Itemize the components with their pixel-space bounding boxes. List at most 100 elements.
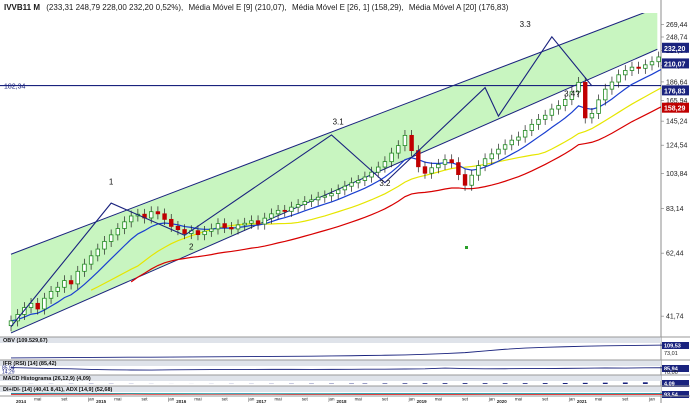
- candle-body: [609, 81, 615, 90]
- macd-bar: [602, 382, 608, 384]
- candle-body: [149, 211, 154, 219]
- header-symbol: IVVB11 M: [4, 3, 40, 12]
- month-label: set: [542, 397, 549, 402]
- chart-stage: IVVB11 M (233,31 248,79 228,00 232,20 0,…: [0, 0, 690, 403]
- year-label: 2021: [577, 399, 588, 403]
- panel-title-bar: [0, 360, 661, 366]
- wave-label-5: 3.3: [520, 20, 532, 29]
- candle-body: [649, 61, 655, 66]
- candle-body: [88, 255, 94, 265]
- month-label: jan: [327, 397, 335, 402]
- candle-body: [482, 158, 488, 167]
- candle-body: [342, 185, 348, 191]
- macd-bar: [442, 383, 448, 384]
- month-label: mai: [435, 397, 442, 402]
- price-tick-label: 103,84: [666, 171, 688, 178]
- panel-badge-label: 4,09: [664, 382, 675, 388]
- candle-body: [68, 280, 74, 285]
- macd-bar: [462, 383, 468, 384]
- candle-body: [422, 166, 428, 174]
- month-label: jan: [87, 397, 95, 402]
- candle-body: [596, 99, 601, 114]
- price-tick-label: 41,74: [666, 314, 684, 321]
- candle-body: [603, 88, 608, 101]
- panel-title-bar: [0, 337, 661, 343]
- panel-title: MACD Histograma (26,12,9) (4,09): [3, 376, 91, 382]
- candle-body: [389, 152, 394, 163]
- wave-label-6: 3.4?: [564, 90, 580, 99]
- price-tick-label: 124,54: [666, 143, 688, 150]
- candle-body: [356, 180, 361, 184]
- candle-body: [583, 81, 588, 119]
- price-tick-label: 248,74: [666, 35, 688, 42]
- macd-bar: [622, 382, 628, 384]
- wave-label-2: 2: [189, 242, 194, 251]
- month-label: set: [462, 397, 469, 402]
- candle-body: [315, 196, 321, 201]
- candle-body: [556, 105, 561, 110]
- candle-body: [322, 195, 328, 198]
- candle-body: [75, 270, 80, 285]
- candle-body: [108, 234, 114, 242]
- header-ma3: Média Móvel A [20] (176,83): [409, 3, 509, 12]
- candle-body: [229, 227, 234, 230]
- panel-title-bar: [0, 375, 661, 381]
- candle-body: [115, 228, 121, 236]
- candle-body: [195, 230, 201, 236]
- candle-body: [502, 144, 508, 150]
- candle-body: [48, 290, 54, 299]
- candle-body: [349, 182, 354, 187]
- year-label: 2014: [16, 399, 27, 403]
- candle-body: [62, 280, 67, 288]
- candle-body: [416, 150, 421, 168]
- header-ma1: Média Móvel E [9] (210,07),: [188, 3, 286, 12]
- candle-body: [295, 204, 301, 208]
- candle-body: [55, 286, 60, 292]
- year-label: 2020: [497, 399, 508, 403]
- wave-label-4: 3.2: [379, 179, 391, 188]
- candle-body: [449, 159, 454, 164]
- candle-body: [255, 220, 261, 225]
- month-label: mai: [194, 397, 201, 402]
- candle-body: [222, 223, 227, 228]
- candle-body: [302, 201, 307, 205]
- month-label: set: [142, 397, 149, 402]
- candle-body: [529, 123, 535, 131]
- month-label: jan: [408, 397, 416, 402]
- candle-body: [542, 114, 548, 120]
- candle-body: [369, 171, 374, 178]
- month-label: set: [222, 397, 229, 402]
- price-badge-label: 210,07: [664, 61, 686, 68]
- panel-badge-label: 109,53: [664, 344, 681, 350]
- macd-bar: [522, 383, 528, 384]
- wave-label-3: 3.1: [333, 118, 345, 127]
- candle-body: [122, 221, 127, 229]
- candle-body: [396, 145, 401, 154]
- year-label: 2017: [256, 399, 267, 403]
- month-label: jan: [648, 397, 656, 402]
- candle-body: [215, 223, 221, 230]
- month-label: set: [302, 397, 309, 402]
- macd-bar: [562, 383, 568, 384]
- macd-bar: [422, 383, 428, 384]
- candle-body: [456, 162, 461, 175]
- candle-body: [309, 199, 314, 202]
- price-badge-label: 232,20: [664, 46, 686, 53]
- month-label: mai: [355, 397, 362, 402]
- candle-body: [656, 56, 661, 63]
- candle-body: [436, 163, 441, 169]
- candle-body: [35, 302, 40, 310]
- candle-body: [329, 193, 334, 197]
- price-badge-label: 158,29: [664, 106, 686, 113]
- candle-body: [182, 229, 187, 234]
- horizontal-line-label: 182,34: [4, 84, 26, 91]
- month-label: jan: [167, 397, 175, 402]
- year-label: 2015: [96, 399, 107, 403]
- price-tick-label: 62,44: [666, 251, 684, 258]
- candle-body: [623, 70, 628, 76]
- macd-bar: [382, 383, 388, 384]
- month-label: mai: [595, 397, 602, 402]
- candle-body: [562, 99, 568, 107]
- candle-body: [169, 218, 174, 227]
- price-tick-label: 269,44: [666, 22, 688, 29]
